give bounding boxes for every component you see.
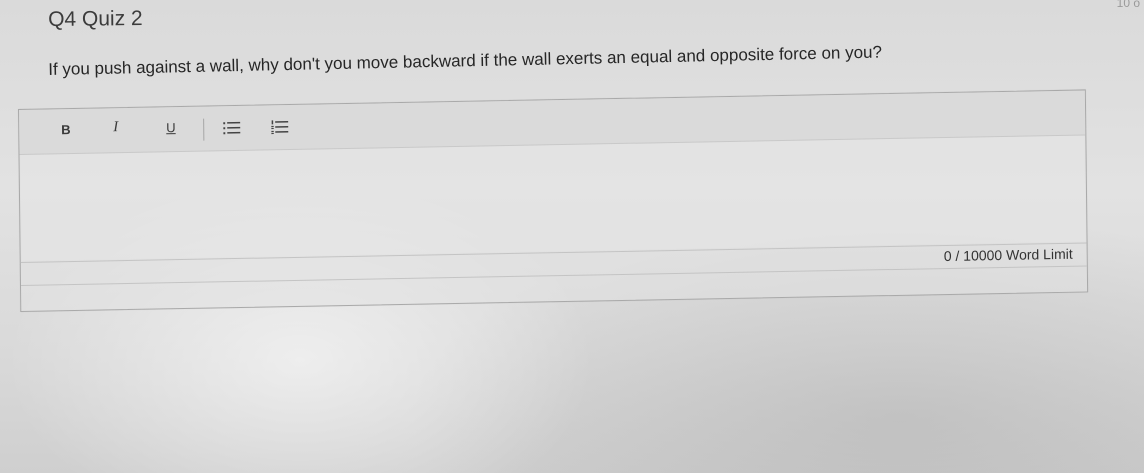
numbered-list-icon (271, 120, 289, 135)
corner-text: 10 o (1116, 0, 1140, 10)
toolbar-divider (203, 118, 205, 141)
word-count: 0 / 10000 Word Limit (943, 245, 1073, 265)
bold-button[interactable]: B (61, 122, 71, 137)
numbered-list-button[interactable] (271, 119, 289, 135)
bullet-list-icon (223, 121, 241, 135)
question-text: If you push against a wall, why don't yo… (48, 42, 883, 79)
bullet-list-button[interactable] (223, 120, 241, 136)
underline-button[interactable]: U (166, 120, 176, 135)
page-title: Q4 Quiz 2 (48, 7, 143, 31)
answer-text-area[interactable] (20, 135, 1086, 261)
answer-editor: B I U 0 / 10000 Word Limit (18, 89, 1089, 312)
italic-button[interactable]: I (113, 119, 118, 136)
